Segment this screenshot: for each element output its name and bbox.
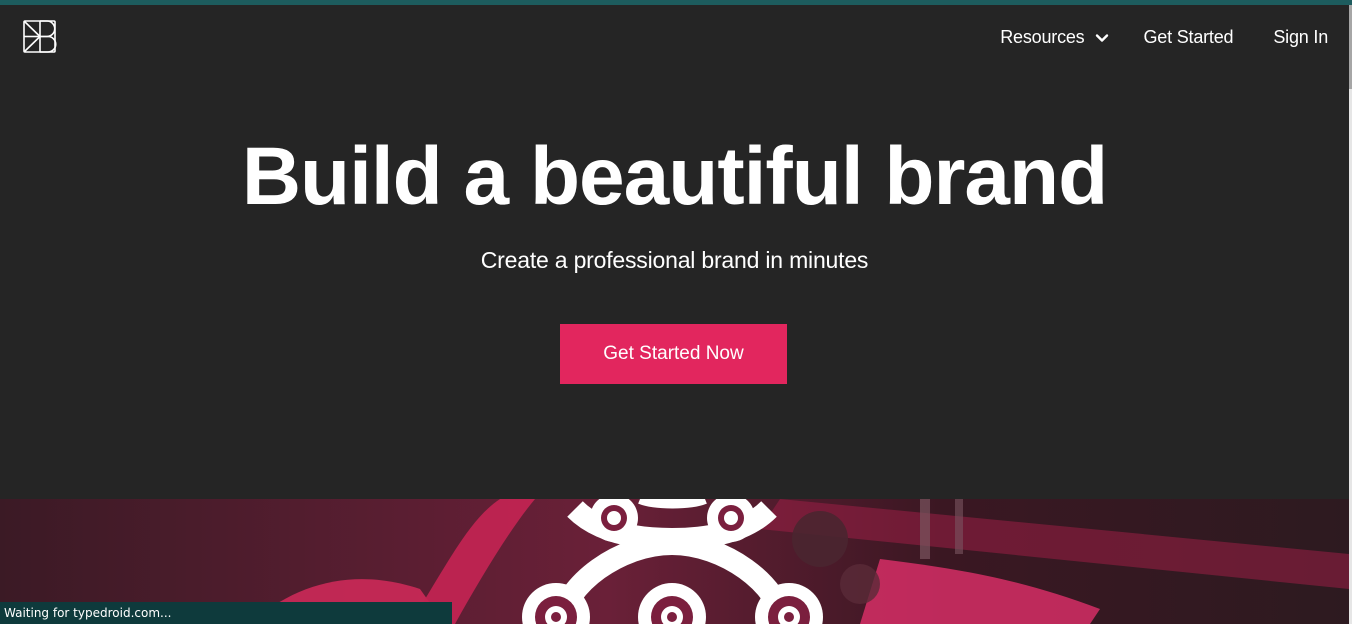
nav-resources-label: Resources — [1000, 27, 1085, 47]
hero-title: Build a beautiful brand — [241, 131, 1108, 222]
page: Resources Get Started Sign In Build a be… — [0, 5, 1349, 624]
top-nav: Resources Get Started Sign In — [1000, 27, 1328, 48]
browser-status-bar: Waiting for typedroid.com... — [0, 602, 452, 624]
nav-sign-in-link[interactable]: Sign In — [1273, 27, 1328, 48]
get-started-now-button[interactable]: Get Started Now — [560, 324, 787, 384]
hero-subtitle: Create a professional brand in minutes — [480, 247, 869, 273]
chevron-down-icon — [1095, 33, 1108, 42]
kb-monogram-icon — [23, 20, 57, 53]
logo[interactable] — [23, 20, 57, 54]
nav-get-started-link[interactable]: Get Started — [1144, 27, 1234, 48]
nav-resources-dropdown[interactable]: Resources — [1000, 27, 1108, 48]
